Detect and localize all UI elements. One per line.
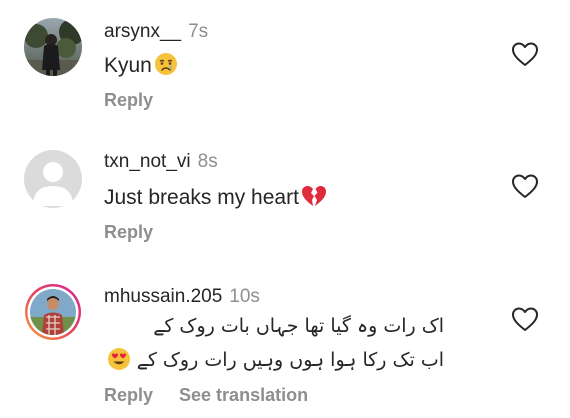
username[interactable]: mhussain.205 xyxy=(104,286,222,307)
comment-actions: Reply xyxy=(104,89,153,111)
heart-outline-icon[interactable] xyxy=(511,41,539,67)
comment-text-line-content: اب تک رکا ہوا ہوں وہیں رات روک کے xyxy=(136,349,444,371)
heart-eyes-icon xyxy=(107,347,131,382)
comment-item: mhussain.205 10s اک رات وہ گیا تھا جہاں ب… xyxy=(0,270,570,418)
comment-actions: Reply See translation xyxy=(104,384,308,406)
timestamp: 8s xyxy=(197,151,218,172)
timestamp: 10s xyxy=(229,286,260,307)
avatar[interactable] xyxy=(24,150,82,208)
avatar[interactable] xyxy=(24,18,82,76)
crying-face-icon xyxy=(154,52,178,83)
comment-text-line: اک رات وہ گیا تھا جہاں بات روک کے xyxy=(153,315,444,337)
comment-meta: txn_not_vi 8s xyxy=(104,151,218,173)
story-ring-avatar[interactable] xyxy=(24,283,82,341)
timestamp: 7s xyxy=(188,21,209,42)
comment-text-content: Just breaks my heart xyxy=(104,186,299,209)
comment-text: اک رات وہ گیا تھا جہاں بات روک کے اب تک … xyxy=(104,309,444,382)
comment-text-content: Kyun xyxy=(104,54,152,77)
comment-meta: mhussain.205 10s xyxy=(104,286,260,308)
reply-button[interactable]: Reply xyxy=(104,90,153,110)
comment-item: txn_not_vi 8s Just breaks my heart Reply xyxy=(0,130,570,270)
comment-meta: arsynx__ 7s xyxy=(104,21,208,43)
username[interactable]: arsynx__ xyxy=(104,21,181,42)
comment-item: arsynx__ 7s Kyun Reply xyxy=(0,0,570,130)
reply-button[interactable]: Reply xyxy=(104,385,153,405)
heart-outline-icon[interactable] xyxy=(511,173,539,199)
broken-heart-icon xyxy=(301,184,327,215)
username[interactable]: txn_not_vi xyxy=(104,151,191,172)
comment-text: Just breaks my heart xyxy=(104,184,327,215)
comment-text-line: اب تک رکا ہوا ہوں وہیں رات روک کے xyxy=(104,343,444,382)
comment-text: Kyun xyxy=(104,52,178,83)
heart-outline-icon[interactable] xyxy=(511,306,539,332)
comment-actions: Reply xyxy=(104,221,153,243)
see-translation-button[interactable]: See translation xyxy=(179,385,308,405)
reply-button[interactable]: Reply xyxy=(104,222,153,242)
